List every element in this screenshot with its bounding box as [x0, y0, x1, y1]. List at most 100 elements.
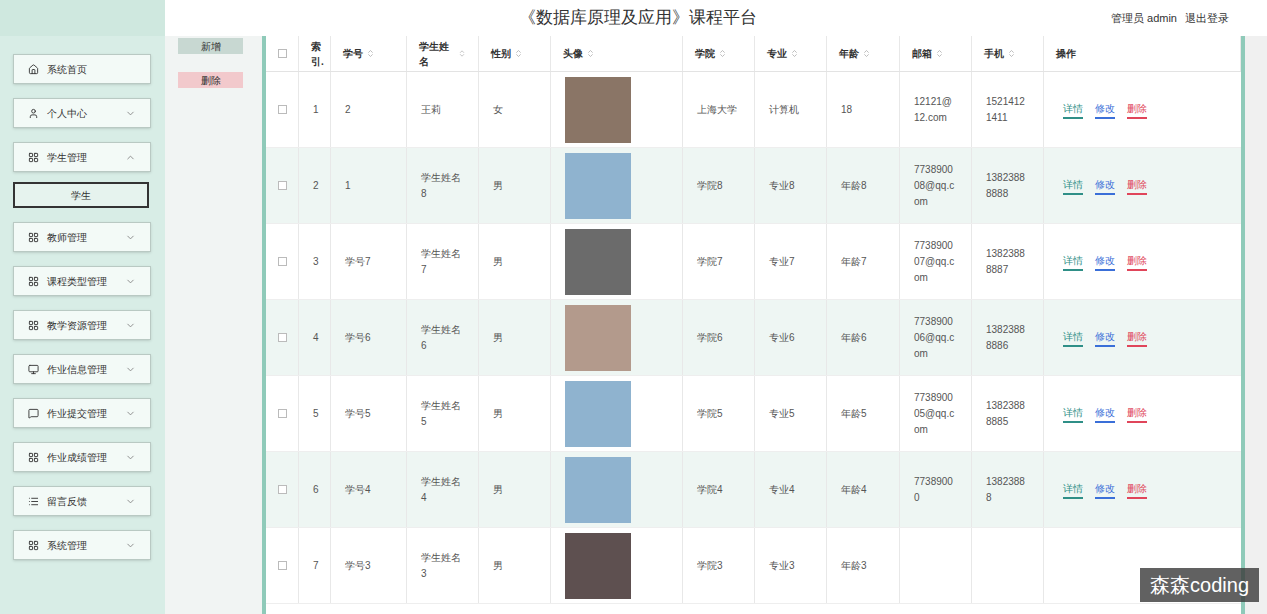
action-link[interactable]: 详情 — [1063, 253, 1083, 271]
action-link[interactable]: 修改 — [1095, 101, 1115, 119]
column-header[interactable]: 学院 — [683, 36, 755, 71]
action-link[interactable]: 详情 — [1063, 481, 1083, 499]
table-cell: 77389000 — [900, 452, 972, 527]
column-header[interactable]: 年龄 — [827, 36, 900, 71]
table-cell: 学院3 — [683, 528, 755, 603]
sort-icon — [935, 49, 944, 58]
row-checkbox[interactable] — [278, 409, 287, 418]
sidebar-item[interactable]: 作业信息管理 — [13, 354, 151, 384]
sidebar-label: 教学资源管理 — [47, 318, 117, 333]
action-link[interactable]: 删除 — [1127, 101, 1147, 119]
action-link[interactable]: 详情 — [1063, 177, 1083, 195]
table-row[interactable]: 6学号4学生姓名4男学院4专业4年龄47738900013823888详情修改删… — [266, 452, 1241, 528]
sidebar-item[interactable]: 留言反馈 — [13, 486, 151, 516]
column-label: 邮箱 — [912, 46, 932, 61]
column-header[interactable]: 手机 — [972, 36, 1044, 71]
sidebar-item[interactable]: 作业成绩管理 — [13, 442, 151, 472]
table-row[interactable]: 7学号3学生姓名3男学院3专业3年龄3 — [266, 528, 1241, 604]
column-header[interactable]: 学号 — [331, 36, 407, 71]
sidebar-item[interactable]: 作业提交管理 — [13, 398, 151, 428]
column-header[interactable]: 头像 — [551, 36, 683, 71]
table-cell: 年龄4 — [827, 452, 900, 527]
row-checkbox[interactable] — [278, 181, 287, 190]
sidebar-group: 作业成绩管理 — [13, 442, 165, 472]
column-label: 操作 — [1056, 46, 1076, 61]
column-label: 专业 — [767, 46, 787, 61]
row-checkbox[interactable] — [278, 485, 287, 494]
sidebar-item[interactable]: 教学资源管理 — [13, 310, 151, 340]
table-cell: 13823888 — [972, 452, 1044, 527]
add-button[interactable]: 新增 — [178, 38, 243, 54]
select-all-checkbox[interactable] — [278, 49, 287, 58]
menu-icon — [28, 452, 39, 463]
column-label: 学生姓名 — [419, 39, 455, 69]
scrollbar[interactable] — [1245, 36, 1267, 614]
table-cell: 学院8 — [683, 148, 755, 223]
column-header[interactable]: 学生姓名 — [407, 36, 479, 71]
action-link[interactable]: 删除 — [1127, 481, 1147, 499]
action-link[interactable]: 修改 — [1095, 253, 1115, 271]
table-cell: 18 — [827, 72, 900, 147]
actions-cell: 详情修改删除 — [1044, 300, 1241, 375]
table-cell: 学号4 — [331, 452, 407, 527]
sort-icon — [718, 49, 727, 58]
action-link[interactable]: 删除 — [1127, 253, 1147, 271]
action-link[interactable]: 修改 — [1095, 177, 1115, 195]
column-header[interactable]: 专业 — [755, 36, 827, 71]
table-row[interactable]: 4学号6学生姓名6男学院6专业6年龄6773890006@qq.com13823… — [266, 300, 1241, 376]
sidebar-group: 留言反馈 — [13, 486, 165, 516]
row-checkbox[interactable] — [278, 257, 287, 266]
sidebar-label: 留言反馈 — [47, 494, 117, 509]
chevron-down-icon — [125, 320, 136, 331]
action-link[interactable]: 修改 — [1095, 329, 1115, 347]
sidebar-item[interactable]: 课程类型管理 — [13, 266, 151, 296]
sidebar-item[interactable]: 教师管理 — [13, 222, 151, 252]
column-header[interactable]: 性别 — [479, 36, 551, 71]
column-header[interactable]: 操作 — [1044, 36, 1241, 71]
action-link[interactable]: 修改 — [1095, 481, 1115, 499]
sidebar-group: 学生管理学生 — [13, 142, 165, 208]
sidebar-item[interactable]: 个人中心 — [13, 98, 151, 128]
table-cell: 年龄6 — [827, 300, 900, 375]
logo-pattern — [0, 0, 165, 36]
table-cell: 专业6 — [755, 300, 827, 375]
sidebar-item[interactable]: 学生管理 — [13, 142, 151, 172]
row-checkbox[interactable] — [278, 333, 287, 342]
logout-link[interactable]: 退出登录 — [1185, 10, 1229, 27]
sort-icon — [458, 49, 466, 58]
sidebar-item[interactable]: 系统管理 — [13, 530, 151, 560]
sidebar-item[interactable]: 系统首页 — [13, 54, 151, 84]
sidebar-group: 作业提交管理 — [13, 398, 165, 428]
table-row[interactable]: 21学生姓名8男学院8专业8年龄8773890008@qq.com1382388… — [266, 148, 1241, 224]
table-row[interactable]: 12王莉女上海大学计算机1812121@12.com15214121411详情修… — [266, 72, 1241, 148]
table-cell: 男 — [479, 224, 551, 299]
table-row[interactable]: 5学号5学生姓名5男学院5专业5年龄5773890005@qq.com13823… — [266, 376, 1241, 452]
column-label: 年龄 — [839, 46, 859, 61]
action-link[interactable]: 修改 — [1095, 405, 1115, 423]
avatar-cell — [551, 300, 683, 375]
row-checkbox[interactable] — [278, 105, 287, 114]
avatar-image — [565, 533, 631, 599]
chevron-down-icon — [125, 108, 136, 119]
action-link[interactable]: 删除 — [1127, 177, 1147, 195]
actions-cell: 详情修改删除 — [1044, 224, 1241, 299]
action-link[interactable]: 详情 — [1063, 101, 1083, 119]
column-header[interactable]: 索引. — [299, 36, 331, 71]
admin-label: 管理员 admin — [1111, 10, 1177, 27]
action-link[interactable]: 详情 — [1063, 405, 1083, 423]
table-cell: 773890006@qq.com — [900, 300, 972, 375]
action-link[interactable]: 删除 — [1127, 329, 1147, 347]
avatar-image — [565, 305, 631, 371]
table-cell: 专业8 — [755, 148, 827, 223]
table-cell: 学号5 — [331, 376, 407, 451]
table-cell: 男 — [479, 148, 551, 223]
table-row[interactable]: 3学号7学生姓名7男学院7专业7年龄7773890007@qq.com13823… — [266, 224, 1241, 300]
row-checkbox[interactable] — [278, 561, 287, 570]
action-link[interactable]: 删除 — [1127, 405, 1147, 423]
table-cell: 773890005@qq.com — [900, 376, 972, 451]
sidebar-subitem[interactable]: 学生 — [13, 182, 149, 208]
action-link[interactable]: 详情 — [1063, 329, 1083, 347]
column-header[interactable]: 邮箱 — [900, 36, 972, 71]
delete-button[interactable]: 删除 — [178, 72, 243, 88]
table-cell: 学院5 — [683, 376, 755, 451]
